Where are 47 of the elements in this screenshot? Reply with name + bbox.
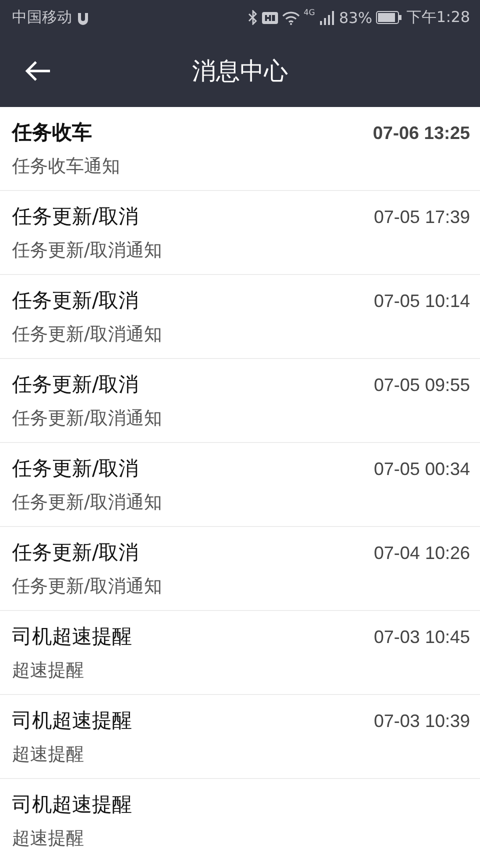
message-item[interactable]: 司机超速提醒 07-03 10:45 超速提醒 <box>0 611 480 695</box>
battery-icon <box>376 11 402 24</box>
network-type: 4G <box>304 8 315 17</box>
message-subtitle: 任务收车通知 <box>12 155 121 178</box>
bluetooth-icon <box>248 10 258 25</box>
signal-icon <box>318 10 335 24</box>
message-title: 任务更新/取消 <box>12 371 139 398</box>
message-title: 任务更新/取消 <box>12 203 139 230</box>
message-item[interactable]: 任务更新/取消 07-05 00:34 任务更新/取消通知 <box>0 443 480 527</box>
clock: 下午1:28 <box>406 8 470 27</box>
message-item[interactable]: 任务更新/取消 07-05 10:14 任务更新/取消通知 <box>0 275 480 359</box>
message-subtitle: 任务更新/取消通知 <box>12 575 164 598</box>
message-time: 07-04 10:26 <box>374 543 470 564</box>
message-time: 07-05 17:39 <box>374 207 470 228</box>
message-subtitle: 超速提醒 <box>12 743 85 766</box>
message-item[interactable]: 司机超速提醒 超速提醒 <box>0 779 480 853</box>
message-subtitle: 任务更新/取消通知 <box>12 407 164 430</box>
message-subtitle: 超速提醒 <box>12 659 85 682</box>
message-title: 司机超速提醒 <box>12 791 132 818</box>
message-item[interactable]: 任务收车 07-06 13:25 任务收车通知 <box>0 107 480 191</box>
back-arrow-icon <box>24 59 52 83</box>
message-time: 07-03 10:39 <box>374 711 470 732</box>
hd-icon <box>262 10 278 24</box>
page-title: 消息中心 <box>192 56 288 87</box>
message-title: 任务更新/取消 <box>12 287 139 314</box>
carrier-name: 中国移动 <box>12 8 72 27</box>
message-title: 任务收车 <box>12 119 92 146</box>
message-time: 07-05 00:34 <box>374 459 470 480</box>
wifi-icon <box>282 10 300 24</box>
message-subtitle: 任务更新/取消通知 <box>12 323 164 346</box>
message-title: 任务更新/取消 <box>12 455 139 482</box>
message-subtitle: 任务更新/取消通知 <box>12 239 164 262</box>
battery-percent: 83% <box>338 8 372 26</box>
message-time: 07-06 13:25 <box>372 123 470 144</box>
message-title: 司机超速提醒 <box>12 707 132 734</box>
message-item[interactable]: 任务更新/取消 07-05 17:39 任务更新/取消通知 <box>0 191 480 275</box>
message-item[interactable]: 任务更新/取消 07-04 10:26 任务更新/取消通知 <box>0 527 480 611</box>
message-time: 07-05 09:55 <box>374 375 470 396</box>
message-item[interactable]: 任务更新/取消 07-05 09:55 任务更新/取消通知 <box>0 359 480 443</box>
message-time: 07-03 10:45 <box>374 627 470 648</box>
message-title: 司机超速提醒 <box>12 623 132 650</box>
message-subtitle: 超速提醒 <box>12 827 85 850</box>
message-item[interactable]: 司机超速提醒 07-03 10:39 超速提醒 <box>0 695 480 779</box>
message-title: 任务更新/取消 <box>12 539 139 566</box>
message-time: 07-05 10:14 <box>374 291 470 312</box>
message-subtitle: 任务更新/取消通知 <box>12 491 164 514</box>
usb-icon <box>76 10 90 24</box>
